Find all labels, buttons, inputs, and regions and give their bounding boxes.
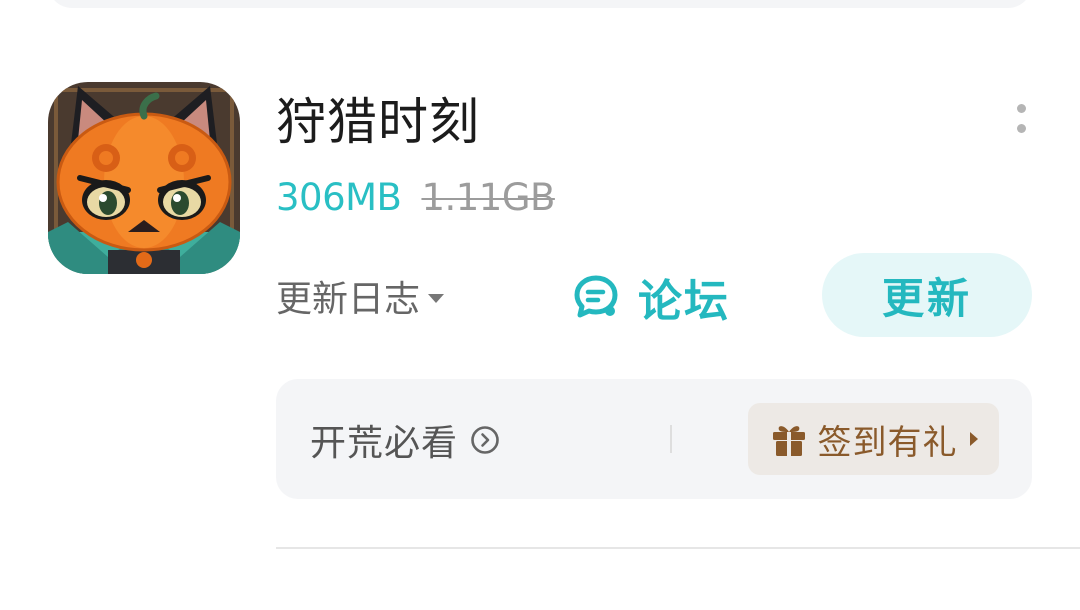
changelog-label: 更新日志: [276, 279, 421, 320]
forum-label: 论坛: [638, 276, 730, 327]
guide-label: 开荒必看: [310, 423, 459, 464]
app-icon[interactable]: [48, 82, 240, 274]
beginner-guide-link[interactable]: 开荒必看: [310, 415, 500, 465]
more-vertical-icon-dot: [1016, 123, 1026, 133]
panel-divider: [670, 425, 672, 453]
caret-right-icon: [969, 432, 978, 446]
caret-down-icon: [428, 293, 445, 303]
checkin-reward-button[interactable]: 签到有礼: [748, 403, 999, 475]
update-button[interactable]: 更新: [822, 253, 1032, 337]
bottom-divider: [276, 547, 1080, 549]
original-size: 1.11GB: [421, 175, 555, 219]
more-options-button[interactable]: [1004, 96, 1038, 140]
chat-bubble-icon: [574, 275, 618, 318]
download-size: 306MB: [276, 175, 402, 219]
app-size-row: 306MB 1.11GB: [276, 172, 555, 222]
changelog-toggle[interactable]: 更新日志: [276, 270, 445, 322]
forum-link[interactable]: 论坛: [572, 266, 730, 328]
promo-panel: 开荒必看 签到有礼: [276, 379, 1032, 499]
previous-card: [48, 0, 1032, 8]
chevron-circle-right-icon: [471, 426, 499, 454]
pumpkin-cat-icon: [48, 82, 240, 274]
app-name: 狩猎时刻: [276, 93, 480, 151]
gift-icon: [772, 426, 805, 456]
checkin-label: 签到有礼: [817, 422, 958, 463]
more-vertical-icon: [1016, 103, 1026, 113]
